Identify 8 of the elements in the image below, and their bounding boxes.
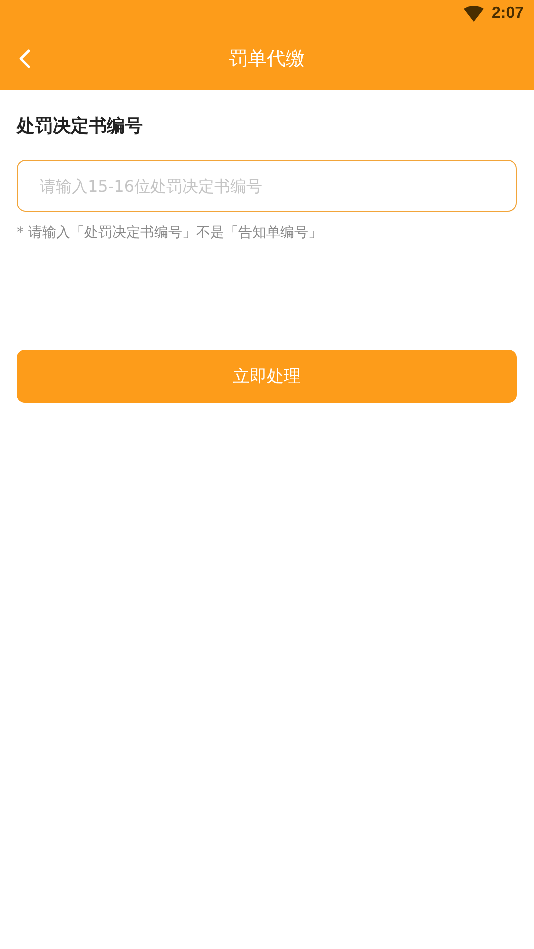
field-label: 处罚决定书编号 — [17, 115, 144, 138]
page-title: 罚单代缴 — [228, 47, 306, 72]
input-field[interactable]: 请输入15-16位处罚决定书编号 — [17, 160, 517, 212]
hint-text: * 请输入「处罚决定书编号」不是「告知单编号」 — [17, 224, 324, 242]
wifi-icon — [464, 6, 484, 22]
submit-button[interactable]: 立即处理 — [17, 350, 517, 403]
back-icon — [19, 49, 31, 69]
status-time: 2:07 — [492, 5, 524, 23]
